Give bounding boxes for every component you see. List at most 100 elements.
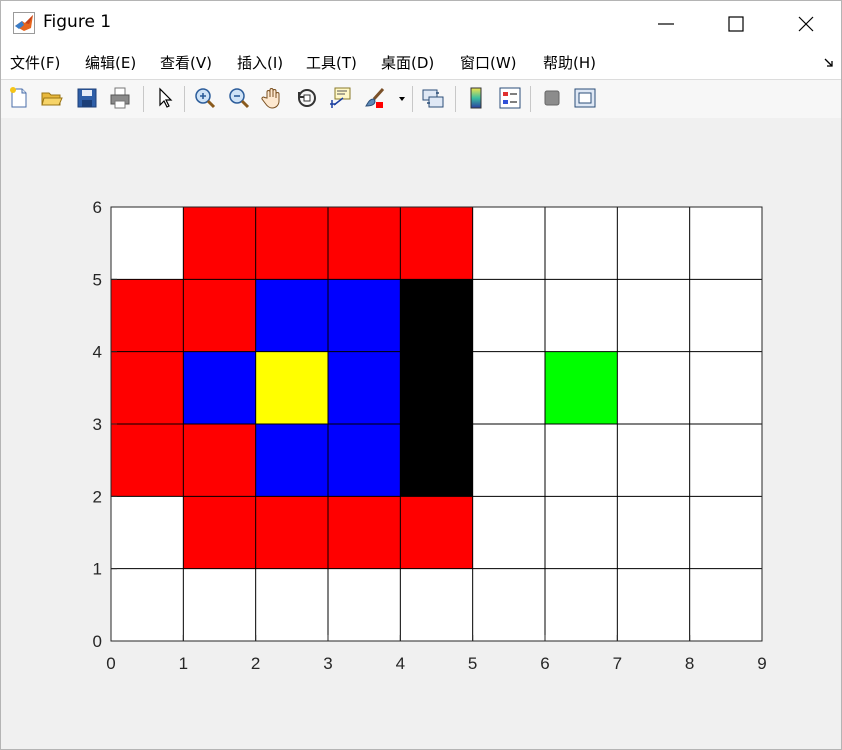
colorbar-icon (470, 87, 482, 109)
new-figure-button[interactable] (6, 85, 32, 111)
heatmap-cell-white (689, 568, 762, 641)
minimize-icon (658, 23, 674, 25)
print-icon (110, 87, 130, 109)
title-bar: Figure 1 (1, 1, 841, 45)
hide-plot-tools-button[interactable] (539, 85, 565, 111)
x-tick-label: 9 (757, 654, 766, 673)
matlab-logo-icon (13, 12, 35, 34)
menu-bar: 文件(F) 编辑(E) 查看(V) 插入(I) 工具(T) 桌面(D) 窗口(W… (1, 45, 841, 79)
menu-window[interactable]: 窗口(W) (460, 52, 517, 73)
heatmap-cell-yellow (255, 351, 328, 424)
menu-file[interactable]: 文件(F) (10, 52, 60, 73)
heatmap-cell-white (400, 568, 473, 641)
maximize-button[interactable] (702, 1, 771, 45)
heatmap-cell-red (111, 279, 184, 352)
zoom-in-icon (195, 88, 216, 109)
menu-edit[interactable]: 编辑(E) (85, 52, 136, 73)
menu-insert[interactable]: 插入(I) (237, 52, 283, 73)
menu-tools[interactable]: 工具(T) (306, 52, 357, 73)
heatmap-cell-black (400, 351, 473, 424)
heatmap-cell-white (689, 496, 762, 569)
toolbar-separator (530, 86, 531, 112)
y-tick-label: 2 (93, 487, 102, 506)
brush-button[interactable] (362, 85, 388, 111)
zoom-out-button[interactable] (226, 85, 252, 111)
heatmap-cell-white (183, 568, 256, 641)
colorbar-button[interactable] (463, 85, 489, 111)
heatmap-cell-white (545, 279, 618, 352)
heatmap-cell-blue (328, 424, 401, 497)
heatmap-cell-white (617, 207, 690, 280)
toolbar-separator (184, 86, 185, 112)
heatmap-cell-white (545, 207, 618, 280)
heatmap-cell-red (183, 496, 256, 569)
heatmap-cell-blue (183, 351, 256, 424)
print-button[interactable] (107, 85, 133, 111)
heatmap-cell-white (111, 568, 184, 641)
open-file-button[interactable] (39, 85, 65, 111)
show-plot-tools-icon (574, 88, 596, 108)
y-tick-label: 3 (93, 415, 102, 434)
menu-help[interactable]: 帮助(H) (543, 52, 596, 73)
window-title: Figure 1 (43, 12, 112, 32)
close-button[interactable] (772, 1, 841, 45)
hide-plot-tools-icon (544, 90, 560, 106)
x-tick-label: 5 (468, 654, 477, 673)
heatmap-cell-white (328, 568, 401, 641)
minimize-button[interactable] (632, 1, 701, 45)
link-plot-button[interactable] (420, 85, 446, 111)
heatmap-cell-white (472, 424, 545, 497)
heatmap-cell-black (400, 279, 473, 352)
dock-arrow-icon[interactable] (823, 57, 835, 69)
heatmap-cell-white (689, 279, 762, 352)
heatmap-cell-red (255, 207, 328, 280)
heatmap-cell-white (689, 351, 762, 424)
heatmap-cell-white (545, 568, 618, 641)
rotate-3d-button[interactable] (294, 85, 320, 111)
heatmap-cell-white (111, 496, 184, 569)
heatmap-cell-red (400, 496, 473, 569)
zoom-in-button[interactable] (192, 85, 218, 111)
heatmap-cell-white (617, 568, 690, 641)
pan-button[interactable] (260, 85, 286, 111)
brush-icon (365, 87, 385, 108)
maximize-icon (728, 16, 744, 32)
heatmap-cell-red (111, 424, 184, 497)
heatmap-cell-white (545, 496, 618, 569)
heatmap-cell-blue (255, 279, 328, 352)
menu-view[interactable]: 查看(V) (160, 52, 212, 73)
brush-dropdown-button[interactable] (396, 85, 408, 111)
x-tick-label: 6 (540, 654, 549, 673)
heatmap-cell-blue (255, 424, 328, 497)
close-icon (798, 16, 814, 32)
link-plot-icon (422, 89, 444, 108)
show-plot-tools-button[interactable] (572, 85, 598, 111)
x-tick-label: 3 (323, 654, 332, 673)
legend-icon (499, 87, 521, 109)
y-tick-label: 5 (93, 270, 102, 289)
heatmap-cell-white (472, 279, 545, 352)
axes[interactable]: 0 1 2 3 4 5 6 7 8 9 0 1 2 3 4 5 6 (1, 118, 841, 749)
menu-desktop[interactable]: 桌面(D) (381, 52, 434, 73)
pointer-button[interactable] (152, 85, 178, 111)
pointer-icon (159, 87, 173, 108)
new-figure-icon (10, 87, 27, 108)
heatmap-cell-white (689, 424, 762, 497)
heatmap-cell-red (183, 279, 256, 352)
heatmap-cell-white (111, 207, 184, 280)
heatmap-cell-white (689, 207, 762, 280)
save-button[interactable] (74, 85, 100, 111)
heatmap-cell-white (617, 424, 690, 497)
heatmap-cell-red (255, 496, 328, 569)
x-tick-label: 7 (613, 654, 622, 673)
x-tick-label: 0 (106, 654, 115, 673)
save-icon (77, 88, 97, 108)
data-cursor-button[interactable] (328, 85, 354, 111)
legend-button[interactable] (497, 85, 523, 111)
y-tick-label: 6 (93, 198, 102, 217)
heatmap-cell-white (617, 351, 690, 424)
x-tick-label: 4 (396, 654, 405, 673)
heatmap-cell-blue (328, 351, 401, 424)
heatmap-cell-red (328, 207, 401, 280)
chevron-down-icon (399, 97, 405, 101)
